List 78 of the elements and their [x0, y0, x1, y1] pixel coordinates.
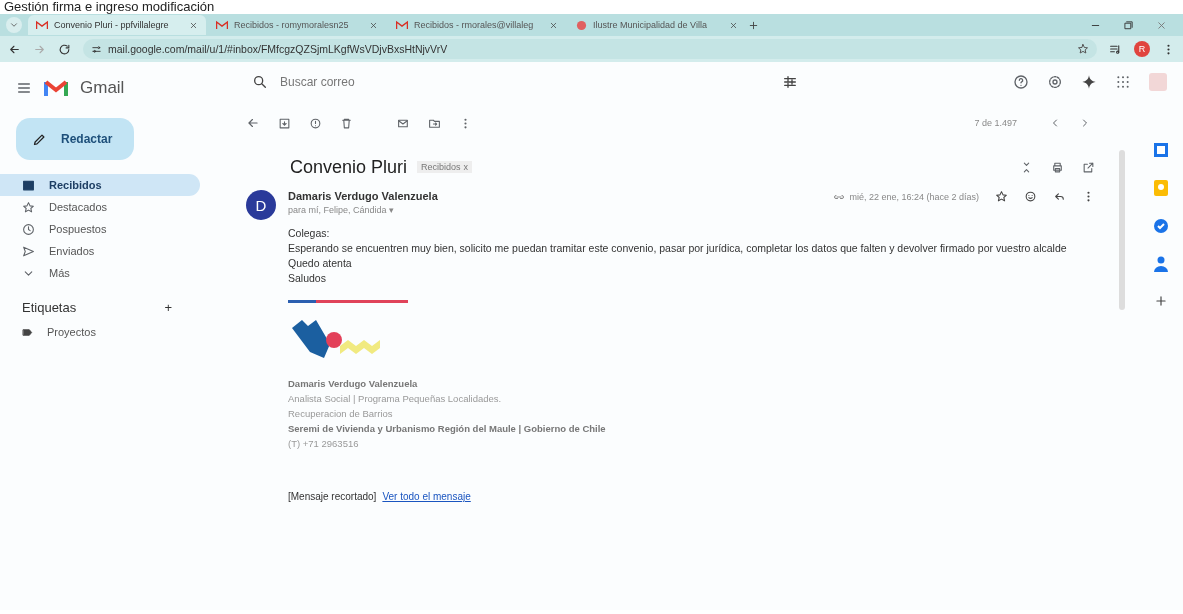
- gmail-logo-icon: [36, 20, 48, 30]
- clock-icon: [22, 222, 35, 236]
- settings-icon[interactable]: [1047, 74, 1063, 90]
- trash-icon[interactable]: [340, 116, 353, 130]
- signature-line: Seremi de Vivienda y Urbanismo Región del Maule | Gobierno de Chile: [288, 422, 607, 436]
- message-counter: 7 de 1.497: [974, 118, 1017, 128]
- recipients[interactable]: para mí, Felipe, Cándida ▾: [288, 205, 438, 215]
- sidebar-item[interactable]: Pospuestos: [0, 218, 200, 240]
- close-icon[interactable]: [369, 20, 378, 30]
- star-icon: [22, 200, 35, 214]
- email-date: mié, 22 ene, 16:24 (hace 2 días): [849, 191, 979, 202]
- address-bar[interactable]: mail.google.com/mail/u/1/#inbox/FMfcgzQZSjmLKgfWsVDjvBxsHtNjvVrV: [83, 39, 1097, 59]
- site-settings-icon[interactable]: [91, 43, 102, 55]
- plus-icon[interactable]: [748, 19, 759, 31]
- gmail-logo-icon: [216, 20, 228, 30]
- star-icon[interactable]: [995, 190, 1008, 203]
- search-field[interactable]: Buscar correo: [278, 74, 582, 90]
- filter-icon[interactable]: [782, 74, 798, 90]
- print-icon[interactable]: [1051, 160, 1064, 174]
- body-text: Quedo atenta: [288, 256, 353, 271]
- back-arrow-icon[interactable]: [246, 116, 260, 130]
- chevron-down-icon: [9, 20, 19, 30]
- app-name: Gmail: [80, 78, 125, 98]
- signature-line: Damaris Verdugo Valenzuela: [288, 377, 419, 391]
- media-icon[interactable]: [1109, 42, 1122, 56]
- email-subject: Convenio Pluri: [290, 156, 408, 178]
- open-external-icon[interactable]: [1082, 160, 1095, 174]
- sidebar-item[interactable]: Más: [0, 262, 200, 284]
- sidebar-item[interactable]: Destacados: [0, 196, 200, 218]
- signature-line: Analista Social | Programa Pequeñas Localidades.: [288, 392, 503, 406]
- menu-icon[interactable]: [16, 80, 32, 96]
- restore-icon[interactable]: [1123, 19, 1134, 31]
- scrollbar[interactable]: [1119, 150, 1125, 310]
- close-icon[interactable]: [1156, 19, 1167, 31]
- close-icon[interactable]: [549, 20, 558, 30]
- browser-tab[interactable]: Recibidos - rmorales@villaleg: [388, 15, 566, 35]
- close-icon[interactable]: [729, 20, 738, 30]
- add-label-button[interactable]: +: [164, 300, 172, 315]
- report-spam-icon[interactable]: [309, 116, 322, 130]
- tasks-icon[interactable]: [1153, 218, 1169, 234]
- profile-avatar[interactable]: R: [1134, 41, 1150, 57]
- emoji-icon[interactable]: [1024, 190, 1037, 203]
- crest-icon: [576, 19, 587, 31]
- signature-line: (T) +71 2963516: [288, 437, 360, 451]
- clipped-note: [Mensaje recortado]: [288, 491, 377, 502]
- sparkle-icon[interactable]: [1081, 74, 1097, 90]
- browser-tab[interactable]: Recibidos - romymoralesn25: [208, 15, 386, 35]
- reload-icon[interactable]: [58, 42, 71, 56]
- apps-grid-icon[interactable]: [1115, 74, 1131, 90]
- sender-avatar: D: [246, 190, 276, 220]
- labels-heading: Etiquetas: [22, 300, 77, 315]
- label-tag-icon: [22, 326, 33, 338]
- browser-tab[interactable]: Ilustre Municipalidad de Villa: [568, 15, 746, 35]
- sidebar-item[interactable]: Enviados: [0, 240, 200, 262]
- plus-icon[interactable]: [1154, 294, 1168, 308]
- reply-icon[interactable]: [1053, 190, 1066, 203]
- compose-button[interactable]: Redactar: [16, 118, 134, 160]
- body-text: Colegas:: [288, 226, 331, 241]
- view-all-link[interactable]: Ver todo el mensaje: [382, 491, 471, 502]
- sidebar-item[interactable]: Recibidos: [0, 174, 200, 196]
- gmail-logo-icon: [44, 79, 68, 97]
- browser-tab[interactable]: Convenio Pluri - ppfvillalegre: [28, 15, 206, 35]
- body-text: Saludos: [288, 271, 327, 286]
- person-icon[interactable]: [1154, 256, 1168, 272]
- inbox-icon: [22, 178, 35, 192]
- label-chip[interactable]: Recibidos x: [417, 161, 473, 173]
- star-icon[interactable]: [1077, 43, 1089, 55]
- gmail-logo-icon: [396, 20, 408, 30]
- sender-name: Damaris Verdugo Valenzuela: [288, 190, 438, 202]
- calendar-icon[interactable]: [1153, 142, 1169, 158]
- send-icon: [22, 244, 35, 258]
- label-item[interactable]: Proyectos: [0, 321, 240, 343]
- body-text: Esperando se encuentren muy bien, solicito me puedan tramitar este convenio, pasar por jurídica, completar los datos que falten y devolver firmado por vuestro alcalde: [288, 241, 1068, 256]
- search-icon: [252, 74, 268, 90]
- archive-icon[interactable]: [278, 116, 291, 130]
- help-icon[interactable]: [1013, 74, 1029, 90]
- close-icon[interactable]: [189, 20, 198, 30]
- signature-line: Recuperacion de Barrios: [288, 407, 394, 421]
